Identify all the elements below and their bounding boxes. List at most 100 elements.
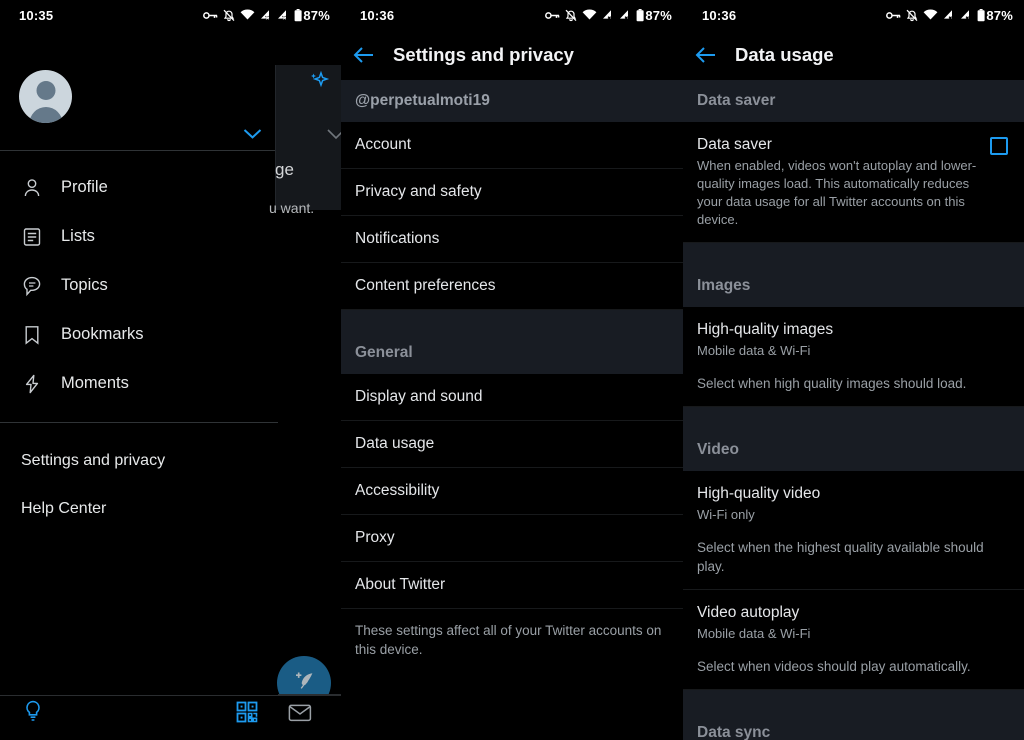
vpn-key-icon [886,10,901,21]
drawer-footer-list: Settings and privacy Help Center [0,423,341,533]
signal-no-sim-2-icon [960,9,972,21]
section-header-general: General [341,332,683,374]
settings-item-account[interactable]: Account [341,122,683,169]
settings-item-display-and-sound[interactable]: Display and sound [341,374,683,421]
list-icon [21,226,43,248]
sidebar-item-label: Bookmarks [61,325,144,343]
section-spacer-images [683,243,1024,265]
settings-item-privacy-and-safety[interactable]: Privacy and safety [341,169,683,216]
avatar[interactable] [19,70,72,123]
sidebar-item-label: Settings and privacy [21,452,166,469]
setting-row-data-saver[interactable]: Data saver When enabled, videos won't au… [683,122,1024,243]
setting-description: Select when videos should play automatic… [697,659,971,674]
sidebar-item-bookmarks[interactable]: Bookmarks [0,310,341,359]
signal-no-sim-1-icon [260,9,272,21]
setting-value: Mobile data & Wi-Fi [697,343,811,358]
panel-nav-drawer: 10:35 87% ge u want. Profile Lists Topic… [0,0,341,740]
avatar-head [36,81,55,100]
moments-bolt-icon [21,373,43,395]
nav-drawer: ge u want. Profile Lists Topics Bookmark… [0,30,341,740]
setting-row-high-quality-video[interactable]: High-quality video Wi-Fi only Select whe… [683,471,1024,590]
section-header-label: @perpetualmoti19 [355,92,490,109]
sidebar-item-label: Help Center [21,500,107,517]
section-header-label: Data sync [697,724,771,740]
section-header-label: Video [697,441,739,458]
bell-muted-icon [906,9,918,22]
bell-muted-icon [223,9,235,22]
status-bar-panel2: 10:36 87% [341,0,683,30]
settings-item-label: Privacy and safety [355,183,482,200]
bookmark-icon [21,324,43,346]
section-header-account: @perpetualmoti19 [341,80,683,122]
setting-description: Select when high quality images should l… [697,376,967,391]
avatar-body [29,107,62,123]
setting-title: Video autoplay [697,604,800,621]
sidebar-item-settings-and-privacy[interactable]: Settings and privacy [0,437,341,485]
back-arrow-icon[interactable] [683,46,729,64]
sidebar-item-help-center[interactable]: Help Center [0,485,341,533]
settings-item-label: Display and sound [355,388,483,405]
bottom-bar [0,695,341,740]
account-switcher-chevron-down-icon[interactable] [243,127,262,145]
setting-title: High-quality video [697,485,821,502]
setting-value: Mobile data & Wi-Fi [697,626,811,641]
status-bar-clock: 10:35 [19,7,54,23]
page-title: Data usage [735,44,834,65]
section-header-data-saver: Data saver [683,80,1024,122]
section-spacer-video [683,407,1024,429]
sidebar-item-topics[interactable]: Topics [0,261,341,310]
settings-item-notifications[interactable]: Notifications [341,216,683,263]
background-text-fragment-1: ge [275,160,294,179]
three-panel-screenshot: 10:35 87% ge u want. Profile Lists Topic… [0,0,1024,740]
bell-muted-icon [565,9,577,22]
status-bar-panel3: 10:36 87% [683,0,1024,30]
wifi-icon [240,9,255,21]
signal-no-sim-2-icon [619,9,631,21]
setting-description: Select when the highest quality availabl… [697,540,984,574]
settings-item-label: Content preferences [355,277,496,294]
setting-title: High-quality images [697,321,834,338]
settings-item-label: About Twitter [355,576,446,593]
settings-item-label: Notifications [355,230,440,247]
section-header-label: General [355,344,413,361]
signal-no-sim-1-icon [602,9,614,21]
setting-description: When enabled, videos won't autoplay and … [697,158,977,227]
setting-row-video-autoplay[interactable]: Video autoplay Mobile data & Wi-Fi Selec… [683,590,1024,690]
status-bar-panel1: 10:35 87% [0,0,341,30]
settings-item-data-usage[interactable]: Data usage [341,421,683,468]
sidebar-item-lists[interactable]: Lists [0,212,341,261]
qr-code-icon[interactable] [236,701,258,728]
panel-data-usage: 10:36 87% Data usage Data saver Data sav… [683,0,1024,740]
section-header-data-sync: Data sync [683,712,1024,740]
setting-row-high-quality-images[interactable]: High-quality images Mobile data & Wi-Fi … [683,307,1024,407]
setting-title: Data saver [697,136,772,153]
envelope-icon[interactable] [288,703,312,728]
settings-item-accessibility[interactable]: Accessibility [341,468,683,515]
data-saver-checkbox[interactable] [990,137,1008,155]
setting-value: Wi-Fi only [697,507,755,522]
lightbulb-icon[interactable] [22,699,44,728]
battery-icon [294,8,302,22]
status-bar-clock: 10:36 [702,7,737,23]
wifi-icon [582,9,597,21]
sidebar-item-moments[interactable]: Moments [0,359,341,408]
signal-no-sim-2-icon [277,9,289,21]
section-header-label: Data saver [697,92,776,109]
section-spacer-general [341,310,683,332]
sidebar-item-label: Profile [61,178,108,196]
section-header-video: Video [683,429,1024,471]
settings-footnote: These settings affect all of your Twitte… [355,623,662,657]
settings-item-about-twitter[interactable]: About Twitter [341,562,683,609]
battery-icon [977,8,985,22]
settings-item-label: Proxy [355,529,395,546]
settings-item-content-preferences[interactable]: Content preferences [341,263,683,310]
settings-item-proxy[interactable]: Proxy [341,515,683,562]
section-header-images: Images [683,265,1024,307]
battery-percent: 87% [986,7,1013,23]
signal-no-sim-1-icon [943,9,955,21]
back-arrow-icon[interactable] [341,46,387,64]
settings-item-label: Accessibility [355,482,440,499]
drawer-header [0,30,341,150]
wifi-icon [923,9,938,21]
sidebar-item-label: Lists [61,227,95,245]
